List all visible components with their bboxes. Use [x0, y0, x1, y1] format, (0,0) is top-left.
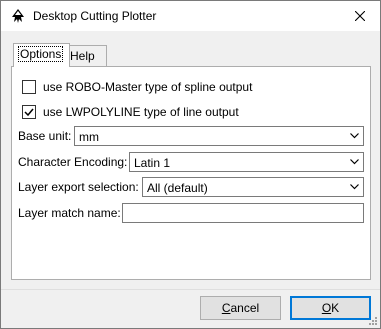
- char-encoding-select[interactable]: Latin 1: [129, 152, 364, 172]
- lwpolyline-label: use LWPOLYLINE type of line output: [43, 105, 239, 119]
- layer-export-label: Layer export selection:: [18, 180, 139, 194]
- robo-master-label: use ROBO-Master type of spline output: [43, 80, 253, 94]
- layer-match-label: Layer match name:: [18, 206, 121, 220]
- tab-options[interactable]: Options: [13, 43, 70, 67]
- chevron-down-icon: [346, 178, 363, 196]
- lwpolyline-checkbox[interactable]: [22, 105, 36, 119]
- layer-export-value: All (default): [147, 181, 208, 195]
- dialog-window: Desktop Cutting Plotter Options Help use…: [0, 0, 381, 329]
- resize-grip-icon[interactable]: [367, 315, 377, 325]
- options-panel: use ROBO-Master type of spline output us…: [11, 66, 371, 280]
- tab-help-label: Help: [70, 49, 95, 63]
- base-unit-select[interactable]: mm: [74, 126, 364, 146]
- robo-master-option[interactable]: use ROBO-Master type of spline output: [22, 78, 252, 96]
- robo-master-checkbox[interactable]: [22, 80, 36, 94]
- cancel-label: ancel: [230, 301, 260, 315]
- layer-match-input[interactable]: [122, 203, 364, 223]
- close-button[interactable]: [340, 1, 380, 31]
- close-icon: [355, 11, 365, 21]
- window-title: Desktop Cutting Plotter: [33, 9, 157, 23]
- ok-button[interactable]: OK: [290, 296, 371, 320]
- ok-label: K: [331, 301, 340, 315]
- layer-export-select[interactable]: All (default): [142, 177, 364, 197]
- checkmark-icon: [24, 108, 34, 117]
- lwpolyline-option[interactable]: use LWPOLYLINE type of line output: [22, 103, 239, 121]
- tab-help[interactable]: Help: [65, 45, 107, 66]
- base-unit-label: Base unit:: [18, 129, 72, 143]
- inkscape-logo-icon: [12, 9, 24, 23]
- cancel-button[interactable]: Cancel: [200, 296, 281, 320]
- ok-mnemonic: O: [321, 301, 332, 315]
- chevron-down-icon: [346, 127, 363, 145]
- title-bar[interactable]: Desktop Cutting Plotter: [1, 1, 380, 31]
- chevron-down-icon: [346, 153, 363, 171]
- tab-options-label: Options: [18, 46, 64, 62]
- button-separator: [1, 289, 380, 290]
- char-encoding-label: Character Encoding:: [18, 155, 128, 169]
- char-encoding-value: Latin 1: [134, 156, 171, 170]
- base-unit-value: mm: [79, 130, 99, 144]
